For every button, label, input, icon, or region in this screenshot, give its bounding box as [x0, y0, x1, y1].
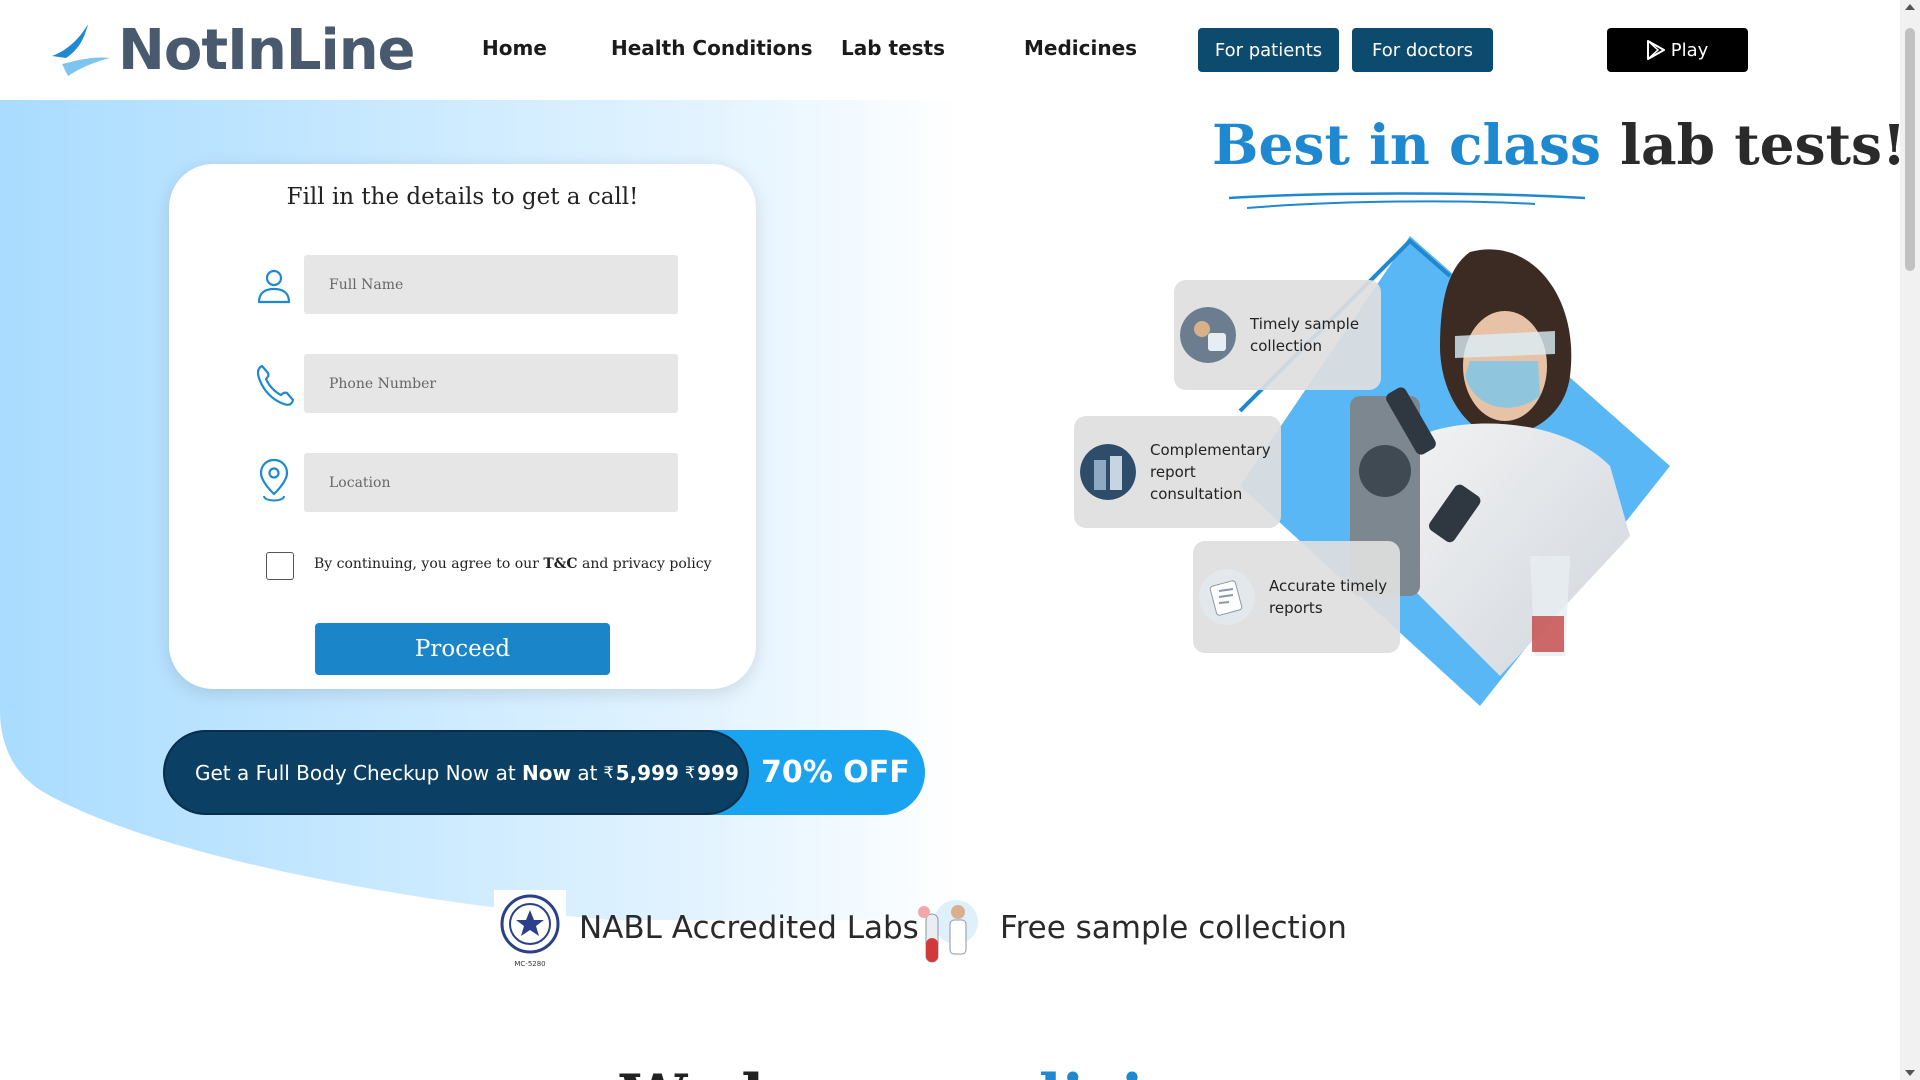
nabl-seal-icon: MC-5280	[494, 890, 566, 970]
free-sample-collection-text: Free sample collection	[1000, 910, 1347, 946]
feature-label: Accurate timely reports	[1269, 577, 1388, 617]
feature-card-accurate-reports: Accurate timely reports	[1193, 541, 1400, 653]
nabl-accredited-text: NABL Accredited Labs	[579, 910, 919, 946]
terms-suffix: and privacy policy	[577, 556, 712, 572]
location-input[interactable]	[304, 453, 678, 512]
user-icon	[257, 269, 291, 304]
headline-rest: lab tests!	[1620, 112, 1907, 177]
headline-highlight: Best in class	[1212, 112, 1601, 177]
section-heading-highlight: medicines	[918, 1062, 1259, 1080]
medicines-section-heading: We have medicines	[620, 1062, 1259, 1080]
sample-collection-thumb-icon	[1180, 307, 1236, 363]
play-store-button[interactable]: Play	[1607, 28, 1748, 72]
feature-label: Timely sample collection	[1250, 315, 1360, 355]
nav-lab-tests[interactable]: Lab tests	[841, 36, 945, 60]
offer-new-price: 999	[697, 760, 739, 785]
reports-thumb-icon	[1199, 569, 1255, 625]
brand-logo[interactable]: NotInLine	[48, 17, 416, 83]
offer-text-pill: Get a Full Body Checkup Now at Now at ₹5…	[163, 730, 749, 815]
callback-form-card: Fill in the details to get a call! By co…	[169, 164, 756, 689]
nabl-code: MC-5280	[514, 960, 545, 968]
offer-at: at	[577, 760, 598, 785]
terms-link[interactable]: T&C	[543, 556, 577, 572]
offer-old-price: 5,999	[615, 760, 679, 785]
full-name-input[interactable]	[304, 255, 678, 314]
location-pin-icon	[259, 458, 289, 502]
form-title: Fill in the details to get a call!	[286, 184, 639, 210]
scroll-up-arrow-icon[interactable]	[1905, 4, 1915, 10]
feature-label: Complementary report consultation	[1150, 441, 1271, 503]
logo-swoosh-icon	[52, 24, 110, 76]
for-doctors-button[interactable]: For doctors	[1352, 28, 1493, 72]
site-header: NotInLine Home Health Conditions Lab tes…	[0, 0, 1900, 100]
offer-discount: 70% OFF	[761, 755, 910, 790]
terms-agreement-text: By continuing, you agree to our T&C and …	[314, 556, 711, 572]
for-patients-button[interactable]: For patients	[1198, 28, 1339, 72]
phone-icon	[256, 364, 294, 406]
feature-card-sample-collection: Timely sample collection	[1174, 280, 1381, 390]
play-store-icon	[1646, 40, 1665, 60]
phone-number-input[interactable]	[304, 354, 678, 413]
full-body-checkup-offer[interactable]: Get a Full Body Checkup Now at Now at ₹5…	[163, 730, 925, 815]
terms-prefix: By continuing, you agree to our	[314, 556, 544, 572]
page-scrollbar[interactable]	[1900, 0, 1920, 1080]
brand-name: NotInLine	[118, 17, 416, 83]
feature-card-report-consultation: Complementary report consultation	[1074, 416, 1281, 528]
scrollbar-thumb[interactable]	[1905, 28, 1915, 271]
proceed-button[interactable]: Proceed	[315, 623, 610, 675]
nav-medicines[interactable]: Medicines	[1024, 36, 1137, 60]
headline-underline	[1228, 192, 1586, 209]
rupee-icon: ₹	[603, 763, 614, 782]
offer-now: Now	[522, 760, 571, 785]
offer-text: Get a Full Body Checkup Now at	[195, 760, 516, 785]
sample-collection-icon	[918, 900, 978, 963]
section-heading-text: We have	[620, 1062, 918, 1080]
consultation-thumb-icon	[1080, 444, 1136, 500]
hero-headline: Best in class lab tests!	[1212, 112, 1906, 177]
play-store-label: Play	[1670, 39, 1709, 61]
nav-home[interactable]: Home	[482, 36, 547, 60]
rupee-icon: ₹	[684, 763, 696, 782]
nav-health-conditions[interactable]: Health Conditions	[611, 36, 813, 60]
scroll-down-arrow-icon[interactable]	[1905, 1070, 1915, 1076]
terms-checkbox[interactable]	[266, 552, 294, 580]
